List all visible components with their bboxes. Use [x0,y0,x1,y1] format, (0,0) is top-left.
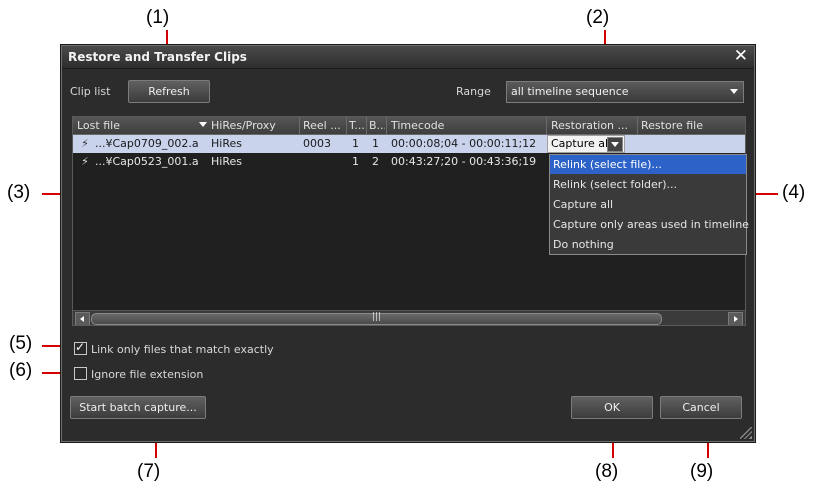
ignore-extension-label: Ignore file extension [91,368,204,381]
table-header: Lost file HiRes/Proxy Reel ... T... B...… [73,117,745,135]
col-restoration[interactable]: Restoration ... [551,119,635,132]
option-do-nothing[interactable]: Do nothing [550,235,746,254]
col-timecode[interactable]: Timecode [391,119,541,132]
table-row[interactable]: ⚡ ...¥Cap0709_002.a HiRes 0003 1 1 00:00… [73,135,745,153]
link-exact-checkbox[interactable] [74,340,87,355]
start-batch-capture-button[interactable]: Start batch capture... [70,396,206,419]
option-capture-all[interactable]: Capture all [550,195,746,214]
callout-2: (2) [586,7,610,28]
ok-button[interactable]: OK [571,396,653,419]
option-label: Do nothing [553,238,614,251]
option-relink-file[interactable]: Relink (select file)... [550,155,746,174]
cell-hires: HiRes [211,155,242,168]
horizontal-scrollbar[interactable]: ||| [73,310,745,325]
option-capture-used-areas[interactable]: Capture only areas used in timeline [550,215,749,234]
callout-7: (7) [137,461,161,482]
close-icon[interactable]: ✕ [734,47,748,65]
refresh-button[interactable]: Refresh [128,80,210,103]
cell-lost-file: ...¥Cap0523_001.a [95,155,199,168]
ignore-extension-checkbox[interactable] [74,367,87,380]
scroll-left-button[interactable] [75,312,90,325]
scroll-thumb[interactable]: ||| [91,312,662,325]
column-divider[interactable] [346,117,347,134]
arrow-right-icon [734,316,738,322]
cell-timecode: 00:00:08;04 - 00:00:11;12 [391,137,537,150]
callout-1: (1) [146,7,170,28]
col-hires-proxy[interactable]: HiRes/Proxy [211,119,299,132]
column-divider[interactable] [299,117,300,134]
col-restore-file[interactable]: Restore file [641,119,741,132]
dialog-title: Restore and Transfer Clips [68,50,247,64]
callout-5: (5) [9,333,33,354]
lost-clip-icon: ⚡ [81,137,89,150]
arrow-left-icon [80,316,84,322]
callout-9: (9) [690,461,714,482]
callout-8: (8) [595,461,619,482]
sort-down-icon [199,122,207,127]
chevron-down-icon [611,142,619,147]
col-lost-file[interactable]: Lost file [77,119,197,132]
restoration-select-value: Capture all [551,137,612,150]
option-label: Capture all [553,198,614,211]
resize-grip-icon[interactable] [740,427,752,439]
callout-3: (3) [7,182,31,203]
col-t[interactable]: T... [349,119,365,132]
column-divider[interactable] [386,117,387,134]
callout-6: (6) [9,360,33,381]
range-label: Range [456,85,491,98]
col-reel[interactable]: Reel ... [303,119,345,132]
callout-4: (4) [782,182,806,203]
restoration-options-list[interactable]: Relink (select file)... Relink (select f… [549,154,749,255]
restoration-dropdown-button[interactable] [607,137,623,152]
cell-reel: 0003 [303,137,331,150]
restore-transfer-dialog: Restore and Transfer Clips ✕ Clip list R… [61,45,755,442]
clip-list-label: Clip list [70,85,111,98]
cell-timecode: 00:43:27;20 - 00:43:36;19 [391,155,537,168]
column-divider[interactable] [546,117,547,134]
option-label: Capture only areas used in timeline [553,218,749,231]
cancel-button[interactable]: Cancel [660,396,742,419]
column-divider[interactable] [366,117,367,134]
cell-hires: HiRes [211,137,242,150]
scroll-grip-icon: ||| [372,312,382,322]
option-relink-folder[interactable]: Relink (select folder)... [550,175,746,194]
cell-t: 1 [352,137,359,150]
chevron-down-icon [730,89,738,94]
restoration-select[interactable]: Capture all [547,135,625,153]
link-exact-label: Link only files that match exactly [91,343,274,356]
cell-b: 1 [372,137,379,150]
lost-clip-icon: ⚡ [81,155,89,168]
scroll-right-button[interactable] [728,312,743,325]
cell-lost-file: ...¥Cap0709_002.a [95,137,199,150]
cell-b: 2 [372,155,379,168]
range-select[interactable]: all timeline sequence [506,81,744,103]
range-select-value: all timeline sequence [511,85,629,98]
column-divider[interactable] [637,117,638,134]
cell-t: 1 [352,155,359,168]
option-label: Relink (select folder)... [553,178,678,191]
col-b[interactable]: B... [369,119,385,132]
dialog-titlebar[interactable]: Restore and Transfer Clips ✕ [62,46,754,69]
option-label: Relink (select file)... [553,158,662,171]
